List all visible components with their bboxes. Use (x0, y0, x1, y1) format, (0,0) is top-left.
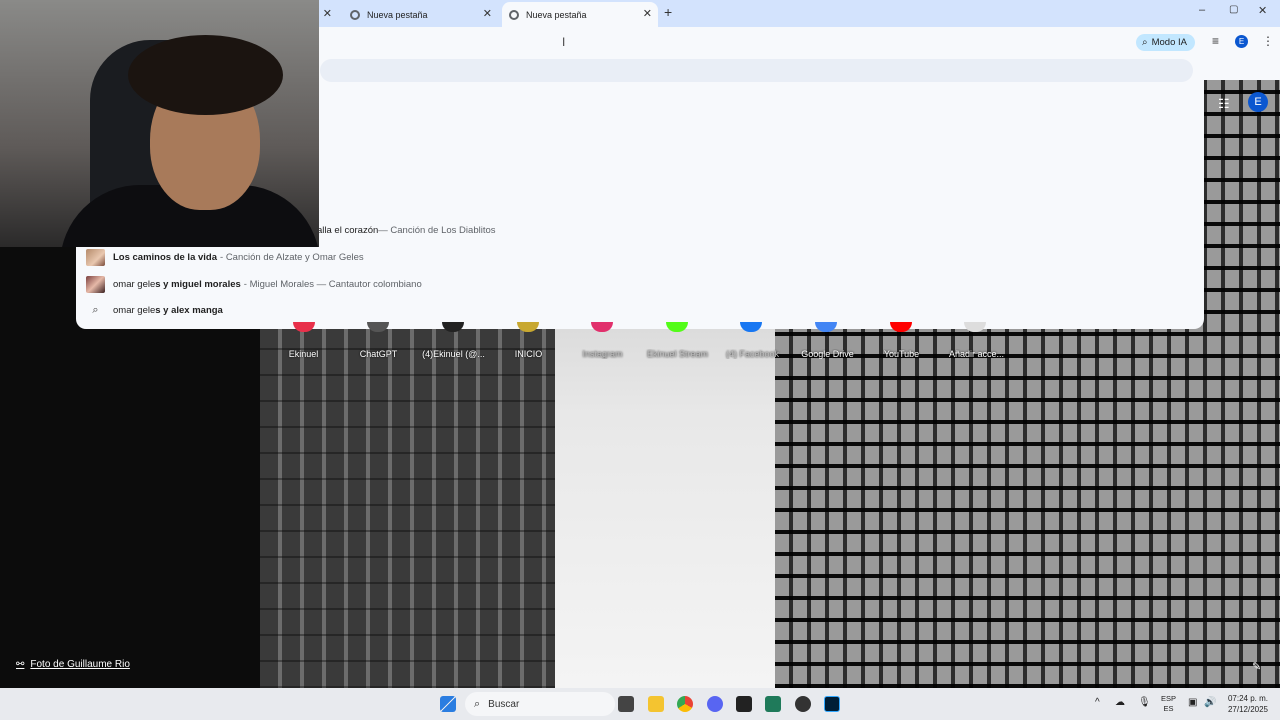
capcut-icon[interactable] (736, 696, 752, 712)
close-tab-icon[interactable]: ✕ (483, 8, 492, 20)
suggestion-completion: s y miguel morales (155, 278, 241, 290)
shortcut-label[interactable]: (4)Ekinuel (@... (416, 349, 491, 359)
ntp-profile-avatar[interactable]: E (1248, 92, 1268, 112)
suggestion-subtitle: - Canción de Alzate y Omar Geles (220, 251, 364, 263)
ai-mode-button[interactable]: ⌕ Modo IA (1136, 34, 1195, 51)
chevron-up-icon[interactable]: ^ (1095, 697, 1100, 708)
discord-icon[interactable] (707, 696, 723, 712)
omnibox-input[interactable] (320, 59, 1193, 82)
shortcut-label[interactable]: INICIO (491, 349, 566, 359)
windows-taskbar (0, 688, 1280, 720)
taskbar-search[interactable]: ⌕ Buscar (465, 692, 615, 716)
close-tab-icon[interactable]: ✕ (323, 8, 332, 20)
clock-time: 07:24 p. m. (1227, 694, 1268, 703)
lang-code: ESP (1161, 694, 1177, 703)
app-icon[interactable] (765, 696, 781, 712)
text-cursor-icon: I (562, 35, 566, 49)
windows-start-icon[interactable] (440, 696, 456, 712)
close-tab-icon[interactable]: ✕ (643, 8, 652, 20)
suggestion-text: alla el corazón (317, 224, 379, 236)
search-icon: ⌕ (92, 303, 99, 316)
language-indicator[interactable]: ESP ES (1161, 694, 1176, 714)
search-icon: ⌕ (474, 697, 481, 710)
lang-region: ES (1163, 704, 1174, 713)
photo-credit-text: Foto de Guillaume Rio (30, 659, 130, 670)
file-explorer-icon[interactable] (648, 696, 664, 712)
minimize-button[interactable]: – (1199, 4, 1205, 16)
task-view-icon[interactable] (618, 696, 634, 712)
customize-pencil-icon[interactable]: ✎ (1252, 660, 1261, 673)
photoshop-icon[interactable] (824, 696, 840, 712)
tab-title: Nueva pestaña (526, 9, 587, 20)
chrome-menu-button[interactable]: ⋮ (1262, 34, 1274, 48)
clock-date: 27/12/2025 (1227, 705, 1268, 714)
tab-nueva-pestana-2[interactable]: Nueva pestaña ✕ (502, 2, 658, 27)
ai-mode-label: Modo IA (1151, 37, 1187, 48)
reading-list-icon[interactable]: ≡ (1212, 34, 1219, 48)
shortcut-label[interactable]: Ekinuel Stream (640, 349, 715, 359)
suggestion-prefix: omar gele (113, 304, 156, 316)
shortcut-grid: Ekinuel ChatGPT (4)Ekinuel (@... INICIO … (266, 349, 1026, 369)
shortcut-label[interactable]: ChatGPT (341, 349, 416, 359)
taskbar-search-placeholder: Buscar (488, 698, 520, 710)
network-icon[interactable]: ▣ (1188, 697, 1197, 708)
link-icon: ⚯ (16, 659, 25, 670)
sparkle-search-icon: ⌕ (1142, 37, 1148, 48)
suggestion-item[interactable]: ⌕ omar gele s y alex manga (76, 297, 1204, 323)
photo-credit-link[interactable]: ⚯ Foto de Guillaume Rio (16, 659, 130, 670)
chrome-taskbar-icon[interactable] (677, 696, 693, 712)
suggestion-subtitle: - Miguel Morales — Cantautor colombiano (243, 278, 422, 290)
shortcut-label[interactable]: Ekinuel (266, 349, 341, 359)
shortcut-label[interactable]: (4) Facebook (715, 349, 790, 359)
suggestion-prefix: omar gele (113, 278, 156, 290)
webcam-overlay (0, 0, 319, 247)
tab-title: Nueva pestaña (367, 9, 428, 20)
volume-icon[interactable]: 🔊 (1204, 697, 1216, 708)
suggestion-item[interactable]: Los caminos de la vida - Canción de Alza… (76, 244, 1204, 270)
suggestion-completion: s y alex manga (155, 304, 223, 316)
close-window-button[interactable]: ✕ (1258, 4, 1267, 17)
chrome-favicon-icon (350, 9, 360, 20)
shortcut-label[interactable]: Google Drive (790, 349, 865, 359)
suggestion-item[interactable]: omar gele s y miguel morales - Miguel Mo… (76, 271, 1204, 297)
taskbar-clock[interactable]: 07:24 p. m. 27/12/2025 (1222, 693, 1268, 715)
profile-avatar[interactable]: E (1235, 35, 1248, 48)
onedrive-icon[interactable]: ☁ (1115, 697, 1125, 708)
suggestion-subtitle: — Canción de Los Diablitos (378, 224, 496, 236)
shortcut-label[interactable]: YouTube (864, 349, 939, 359)
shortcut-label[interactable]: Instagram (565, 349, 640, 359)
suggestion-thumbnail (86, 275, 105, 293)
new-tab-button[interactable]: + (664, 5, 672, 19)
maximize-button[interactable]: ▢ (1229, 4, 1238, 15)
tab-nueva-pestana-1[interactable]: Nueva pestaña ✕ (344, 2, 498, 27)
microphone-icon[interactable]: 🎙 (1138, 697, 1151, 708)
shortcut-label[interactable]: Añadir acce... (939, 349, 1014, 359)
obs-icon[interactable] (795, 696, 811, 712)
suggestion-thumbnail (86, 248, 105, 266)
google-apps-icon[interactable]: ☷ (1218, 96, 1230, 112)
chrome-favicon-icon (509, 9, 519, 20)
suggestion-text: Los caminos de la vida (113, 251, 218, 263)
